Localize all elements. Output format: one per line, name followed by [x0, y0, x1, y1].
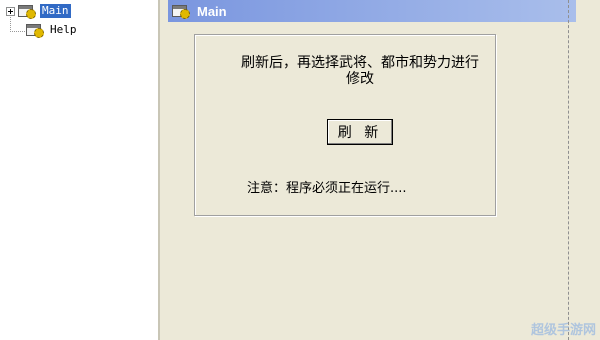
tree-item-help[interactable]: Help	[26, 22, 79, 38]
tree-item-label: Main	[40, 4, 71, 18]
gear-window-icon	[26, 23, 46, 38]
main-pane: Main 刷新后，再选择武将、都市和势力进行修改 刷 新 注意：程序必须正在运行…	[162, 0, 600, 340]
tree-view[interactable]: Main Help	[0, 0, 160, 340]
divider	[568, 0, 569, 340]
tree-item-label: Help	[50, 23, 77, 36]
pane-title-bar: Main	[168, 0, 576, 22]
gear-window-icon	[172, 4, 192, 19]
gear-window-icon	[18, 4, 38, 19]
tree-item-main[interactable]: Main	[6, 3, 71, 19]
refresh-button[interactable]: 刷 新	[327, 119, 393, 145]
note-text: 注意：程序必须正在运行....	[247, 181, 407, 196]
pane-title: Main	[197, 3, 227, 19]
watermark: 超级手游网	[530, 323, 596, 338]
expand-plus-icon[interactable]	[6, 6, 15, 16]
instruction-text: 刷新后，再选择武将、都市和势力进行修改	[241, 55, 479, 87]
group-box: 刷新后，再选择武将、都市和势力进行修改 刷 新 注意：程序必须正在运行....	[194, 34, 496, 216]
